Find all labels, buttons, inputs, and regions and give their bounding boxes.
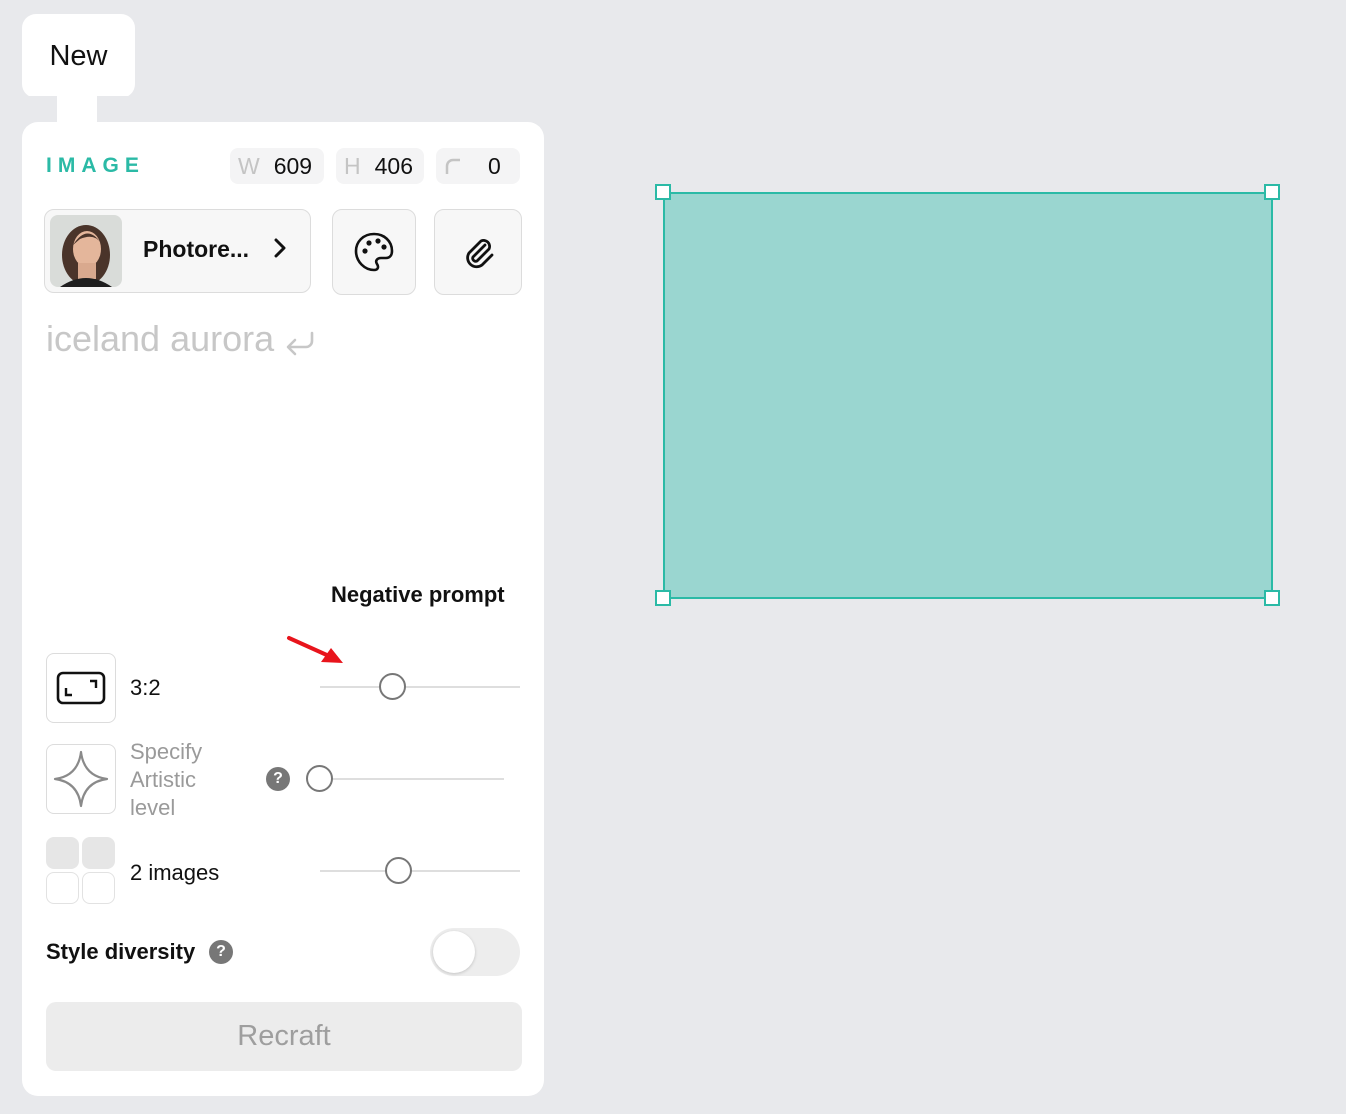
artistic-level-button[interactable] [46,744,116,814]
panel-title: IMAGE [46,154,145,177]
new-tab-label: New [49,39,108,72]
enter-icon[interactable] [284,329,318,359]
prompt-text: iceland aurora [46,318,275,359]
artistic-level-help-icon[interactable]: ? [266,767,290,791]
model-style-label: Photore... [143,236,250,262]
corner-radius-icon [445,158,460,174]
height-label: H [344,152,361,179]
aspect-ratio-button[interactable] [46,653,116,723]
resize-handle-bottom-right[interactable] [1264,590,1280,606]
style-diversity-toggle[interactable] [430,928,520,976]
recraft-button[interactable]: Recraft [46,1002,522,1071]
aspect-ratio-label: 3:2 [130,675,161,700]
artistic-level-label-line2: Artistic [130,767,196,792]
height-field[interactable]: H 406 [336,148,424,184]
new-tab[interactable]: New [22,14,135,98]
prompt-input[interactable]: iceland aurora [46,318,318,360]
images-count-label: 2 images [130,860,220,885]
corner-radius-field[interactable]: 0 [436,148,520,184]
aspect-ratio-icon [56,671,106,705]
model-style-button[interactable]: Photore... [44,209,311,293]
annotation-arrow-icon [287,636,343,663]
width-field[interactable]: W 609 [230,148,324,184]
corner-radius-value: 0 [488,152,501,179]
artistic-level-slider-thumb[interactable] [306,765,333,792]
resize-handle-top-left[interactable] [655,184,671,200]
negative-prompt-button[interactable]: Negative prompt [331,582,505,608]
artistic-level-label-line3: level [130,795,176,820]
image-settings-panel: IMAGE W 609 H 406 0 Photore... iceland a… [22,122,544,1096]
grid-icon [46,837,118,907]
resize-handle-top-right[interactable] [1264,184,1280,200]
sparkle-icon [53,750,109,808]
tab-connector-curve-right [97,96,157,122]
color-palette-button[interactable] [332,209,416,295]
images-count-slider-track[interactable] [320,870,520,872]
height-value: 406 [374,152,413,179]
aspect-ratio-slider-thumb[interactable] [379,673,406,700]
tab-connector-curve-left [22,96,57,122]
artistic-level-label-line1: Specify [130,739,203,764]
canvas-image-frame[interactable] [663,192,1273,599]
width-value: 609 [273,152,313,179]
resize-handle-bottom-left[interactable] [655,590,671,606]
aspect-ratio-slider-track[interactable] [320,686,520,688]
attach-reference-button[interactable] [434,209,522,295]
images-count-slider-thumb[interactable] [384,857,412,884]
style-diversity-help-icon[interactable]: ? [209,940,233,964]
artistic-level-label: Specify Artistic level [130,738,202,822]
chevron-right-icon [273,236,287,267]
style-diversity-toggle-knob [433,931,475,973]
model-thumbnail [50,215,122,287]
palette-icon [354,232,394,272]
paperclip-icon [466,239,494,269]
width-label: W [238,152,260,179]
artistic-level-slider-track[interactable] [319,778,504,780]
style-diversity-label: Style diversity [46,939,196,964]
